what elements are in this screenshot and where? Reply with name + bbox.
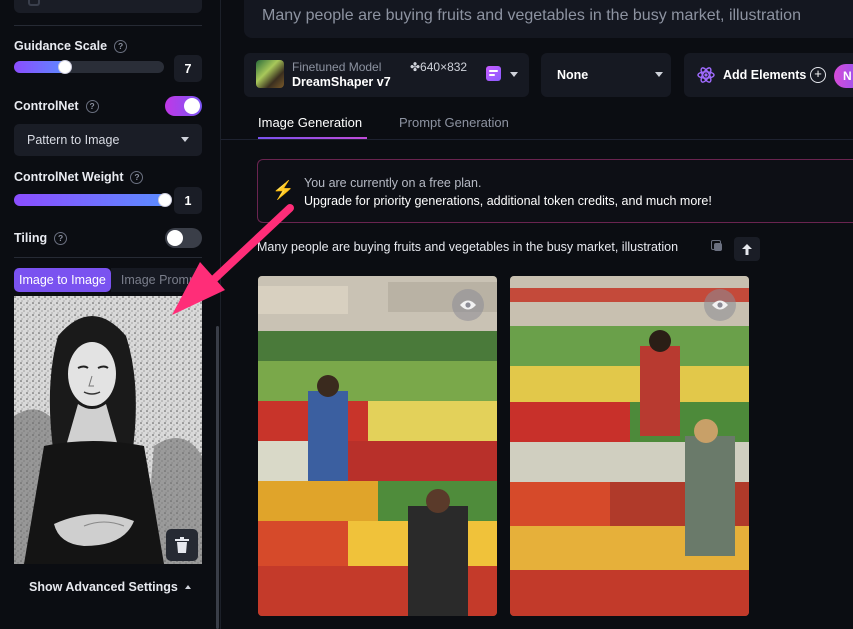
arrow-up-icon [742, 243, 752, 255]
tiling-text: Tiling [14, 231, 48, 245]
new-pill[interactable]: N [834, 64, 853, 88]
controlnet-weight-value[interactable]: 1 [174, 187, 202, 214]
tiling-label: Tiling ? [14, 231, 68, 245]
help-icon[interactable]: ? [114, 39, 128, 53]
box-icon [28, 0, 40, 6]
controlnet-label: ControlNet ? [14, 99, 99, 113]
market-illustration-1 [258, 276, 497, 616]
chevron-down-icon [655, 72, 663, 77]
market-illustration-2 [510, 276, 749, 616]
generated-image-2[interactable] [510, 276, 749, 616]
chevron-down-icon [181, 137, 189, 142]
generation-prompt: Many people are buying fruits and vegeta… [257, 240, 679, 254]
controlnet-toggle[interactable] [165, 96, 202, 116]
help-icon[interactable]: ? [54, 231, 68, 245]
delete-image-button[interactable] [166, 529, 198, 561]
model-details-icon[interactable] [486, 66, 501, 81]
guidance-slider-handle[interactable] [57, 60, 72, 74]
trash-icon [175, 537, 189, 553]
controlnet-weight-label: ControlNet Weight ? [14, 170, 144, 184]
banner-upgrade-text: Upgrade for priority generations, additi… [304, 194, 712, 208]
chevron-down-icon [510, 72, 518, 77]
divider [14, 257, 202, 258]
sidebar-scrollbar[interactable] [216, 326, 219, 629]
controlnet-mode-value: Pattern to Image [27, 133, 120, 147]
sidebar-top-box[interactable] [14, 0, 202, 13]
prompt-input[interactable]: Many people are buying fruits and vegeta… [244, 0, 853, 38]
show-advanced-settings[interactable]: Show Advanced Settings [29, 580, 191, 594]
atom-icon [697, 67, 715, 83]
controlnet-weight-text: ControlNet Weight [14, 170, 124, 184]
model-name: DreamShaper v7 [292, 75, 391, 89]
tab-prompt-generation[interactable]: Prompt Generation [399, 115, 509, 130]
guidance-scale-value[interactable]: 7 [174, 55, 202, 82]
weight-slider-fill [14, 194, 168, 206]
controlnet-mode-select[interactable]: Pattern to Image [14, 124, 202, 156]
image-source-tabs: Image to Image Image Prompt [14, 268, 202, 292]
add-elements-label: Add Elements [723, 68, 807, 82]
controlnet-input-image [14, 296, 202, 564]
tab-image-generation[interactable]: Image Generation [258, 115, 362, 130]
reuse-prompt-button[interactable] [734, 237, 760, 261]
lightning-icon: ⚡ [272, 180, 295, 200]
generation-tabs: Image Generation Prompt Generation [244, 111, 853, 139]
view-button[interactable] [452, 289, 484, 321]
tab-image-prompt[interactable]: Image Prompt [110, 268, 202, 292]
model-dimensions: ✤640×832 [410, 60, 468, 74]
guidance-scale-slider[interactable] [14, 60, 164, 74]
controlnet-text: ControlNet [14, 99, 79, 113]
style-select-value: None [557, 68, 589, 82]
toggle-knob [167, 230, 183, 246]
tab-image-to-image[interactable]: Image to Image [14, 268, 111, 292]
plus-circle-icon: + [810, 67, 826, 83]
model-thumbnail [256, 60, 284, 88]
toggle-knob [184, 98, 200, 114]
guidance-scale-label: Guidance Scale ? [14, 39, 128, 53]
add-elements-button[interactable]: Add Elements + N [684, 53, 853, 97]
model-selector[interactable]: Finetuned Model DreamShaper v7 ✤640×832 [244, 53, 529, 97]
banner-plan-text: You are currently on a free plan. [304, 176, 482, 190]
advanced-settings-text: Show Advanced Settings [29, 580, 178, 594]
eye-icon [460, 300, 476, 310]
controlnet-weight-slider[interactable] [14, 193, 172, 207]
divider [14, 25, 202, 26]
help-icon[interactable]: ? [130, 170, 144, 184]
help-icon[interactable]: ? [85, 99, 99, 113]
left-sidebar: Guidance Scale ? 7 ControlNet ? Pattern … [0, 0, 221, 629]
upgrade-banner[interactable]: ⚡ You are currently on a free plan. Upgr… [257, 159, 853, 223]
model-sublabel: Finetuned Model [292, 60, 382, 74]
weight-slider-handle[interactable] [158, 193, 172, 207]
style-select[interactable]: None [541, 53, 671, 97]
view-button[interactable] [704, 289, 736, 321]
eye-icon [712, 300, 728, 310]
guidance-scale-text: Guidance Scale [14, 39, 108, 53]
copy-icon[interactable] [711, 240, 723, 252]
generated-image-1[interactable] [258, 276, 497, 616]
tiling-toggle[interactable] [165, 228, 202, 248]
mona-lisa-image [14, 296, 202, 564]
chevron-up-icon [184, 585, 191, 589]
divider [221, 139, 853, 140]
